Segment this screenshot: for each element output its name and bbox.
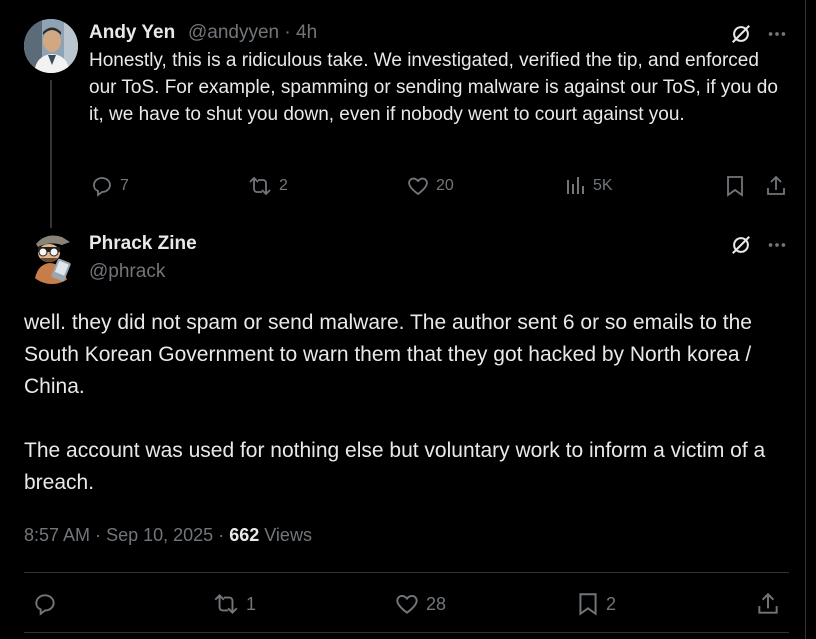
main-author-name[interactable]: Phrack Zine [89,233,197,255]
share-button[interactable] [764,174,788,198]
more-icon[interactable] [764,21,790,47]
bookmark-count: 2 [606,593,617,614]
meta-separator: · [218,525,230,545]
heart-icon [408,177,428,196]
views-count: 662 [229,525,260,545]
phrack-avatar[interactable] [24,228,80,284]
divider [24,632,789,633]
heart-icon [396,594,418,614]
thread-connector [50,80,52,228]
views-count: 5K [593,177,613,194]
repost-icon [249,176,271,196]
tweet-meta: 8:57 AM · Sep 10, 2025 · 662 Views [24,525,312,546]
repost-button[interactable]: 1 [212,591,256,617]
repost-button[interactable]: 2 [247,174,288,198]
bookmark-button[interactable]: 2 [576,591,616,617]
more-icon[interactable] [764,232,790,258]
andy-yen-avatar[interactable] [24,19,78,73]
grok-icon[interactable] [728,21,754,47]
like-count: 28 [426,593,447,614]
reply-icon [35,594,55,616]
reply-count: 7 [120,177,129,194]
analytics-icon [567,177,584,194]
reply-author-name[interactable]: Andy Yen [89,22,175,44]
reply-separator: · [284,22,291,43]
grok-icon[interactable] [728,232,754,258]
main-paragraph: well. they did not spam or send malware.… [24,311,752,398]
like-count: 20 [436,177,454,194]
share-button[interactable] [756,591,780,617]
tweet-date[interactable]: Sep 10, 2025 [106,525,213,545]
bookmark-icon [579,593,597,616]
main-paragraph: The account was used for nothing else bu… [24,439,766,494]
reply-meta: @andyyen · 4h [188,22,317,44]
views-button[interactable]: 5K [565,174,613,198]
like-button[interactable]: 20 [406,174,454,198]
reply-handle[interactable]: @andyyen [188,22,279,43]
share-icon [758,592,778,614]
repost-icon [214,594,238,614]
repost-count: 2 [279,177,288,194]
reply-icon [93,177,111,197]
bookmark-button[interactable] [723,174,747,198]
main-handle[interactable]: @phrack [89,261,165,283]
views-label: Views [264,525,312,545]
tweet-time[interactable]: 8:57 AM [24,525,90,545]
meta-separator: · [95,525,107,545]
reply-time[interactable]: 4h [296,22,317,43]
main-tweet-text: well. they did not spam or send malware.… [24,307,794,499]
like-button[interactable]: 28 [394,591,446,617]
reply-text: Honestly, this is a ridiculous take. We … [89,50,778,125]
reply-button[interactable]: 7 [90,174,129,198]
repost-count: 1 [246,593,257,614]
reply-button[interactable] [32,591,58,617]
bookmark-icon [727,176,743,197]
divider [24,572,789,573]
share-icon [767,175,785,195]
